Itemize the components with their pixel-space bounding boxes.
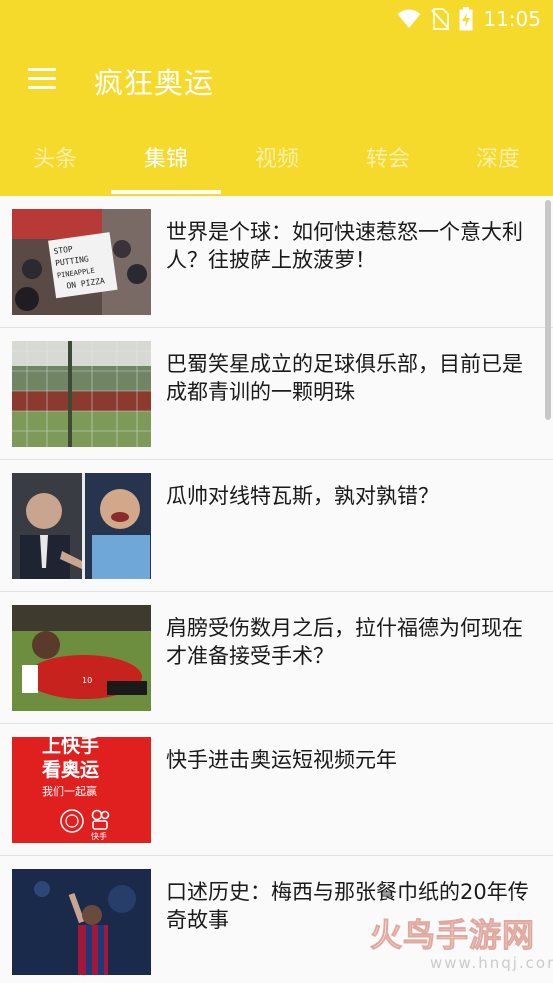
category-tabs: 头条 集锦 视频 转会 深度: [0, 124, 553, 196]
tab-transfers[interactable]: 转会: [333, 124, 443, 196]
article-title: 世界是个球：如何快速惹怒一个意大利人？往披萨上放菠萝！: [166, 220, 523, 272]
article-thumbnail: STOP PUTTING PINEAPPLE ON PIZZA: [12, 209, 151, 315]
article-item[interactable]: 上快手 看奥运 我们一起赢 快手 快手进击奥运短视频元年: [0, 724, 553, 856]
article-title: 快手进击奥运短视频元年: [166, 748, 397, 772]
article-feed[interactable]: STOP PUTTING PINEAPPLE ON PIZZA 世界是个球：如何…: [0, 196, 553, 983]
article-thumbnail: [12, 473, 151, 579]
article-item[interactable]: 10 肩膀受伤数月之后，拉什福德为何现在才准备接受手术？: [0, 592, 553, 724]
wifi-icon: [397, 9, 421, 28]
article-item[interactable]: 巴蜀笑星成立的足球俱乐部，目前已是成都青训的一颗明珠: [0, 328, 553, 460]
tab-videos[interactable]: 视频: [222, 124, 332, 196]
watermark-url: www.hnqj.com: [430, 954, 553, 972]
svg-text:10: 10: [82, 676, 92, 685]
status-time: 11:05: [483, 7, 541, 31]
thumb-text-line3: 我们一起赢: [42, 785, 97, 798]
app-title: 疯狂奥运: [94, 66, 215, 100]
scrollbar[interactable]: [545, 200, 551, 420]
kuaishou-logo-icon: [91, 809, 110, 830]
article-thumbnail: 上快手 看奥运 我们一起赢 快手: [12, 737, 151, 843]
thumb-text-line2: 看奥运: [42, 759, 100, 781]
article-item[interactable]: 瓜帅对线特瓦斯，孰对孰错？: [0, 460, 553, 592]
no-sim-icon: [431, 8, 450, 30]
hamburger-menu-icon[interactable]: [28, 66, 58, 92]
status-bar: 11:05: [0, 0, 553, 38]
article-thumbnail: [12, 869, 151, 975]
active-tab-indicator: [111, 190, 221, 194]
article-title: 瓜帅对线特瓦斯，孰对孰错？: [166, 484, 439, 508]
olympic-rings-icon: [60, 809, 84, 833]
tab-headlines[interactable]: 头条: [0, 124, 110, 196]
article-title: 巴蜀笑星成立的足球俱乐部，目前已是成都青训的一颗明珠: [166, 352, 523, 404]
article-thumbnail: [12, 341, 151, 447]
article-thumbnail: 10: [12, 605, 151, 711]
thumb-brand: 快手: [91, 832, 107, 841]
article-title: 肩膀受伤数月之后，拉什福德为何现在才准备接受手术？: [166, 616, 523, 668]
tab-highlights[interactable]: 集锦: [111, 124, 221, 196]
status-icons: 11:05: [397, 6, 541, 32]
article-item[interactable]: STOP PUTTING PINEAPPLE ON PIZZA 世界是个球：如何…: [0, 196, 553, 328]
watermark: 火鸟手游网 www.hnqj.com: [369, 910, 553, 978]
app-bar: 疯狂奥运: [0, 38, 553, 124]
watermark-text: 火鸟手游网: [369, 916, 536, 955]
tab-in-depth[interactable]: 深度: [443, 124, 553, 196]
battery-charging-icon: [459, 7, 473, 31]
